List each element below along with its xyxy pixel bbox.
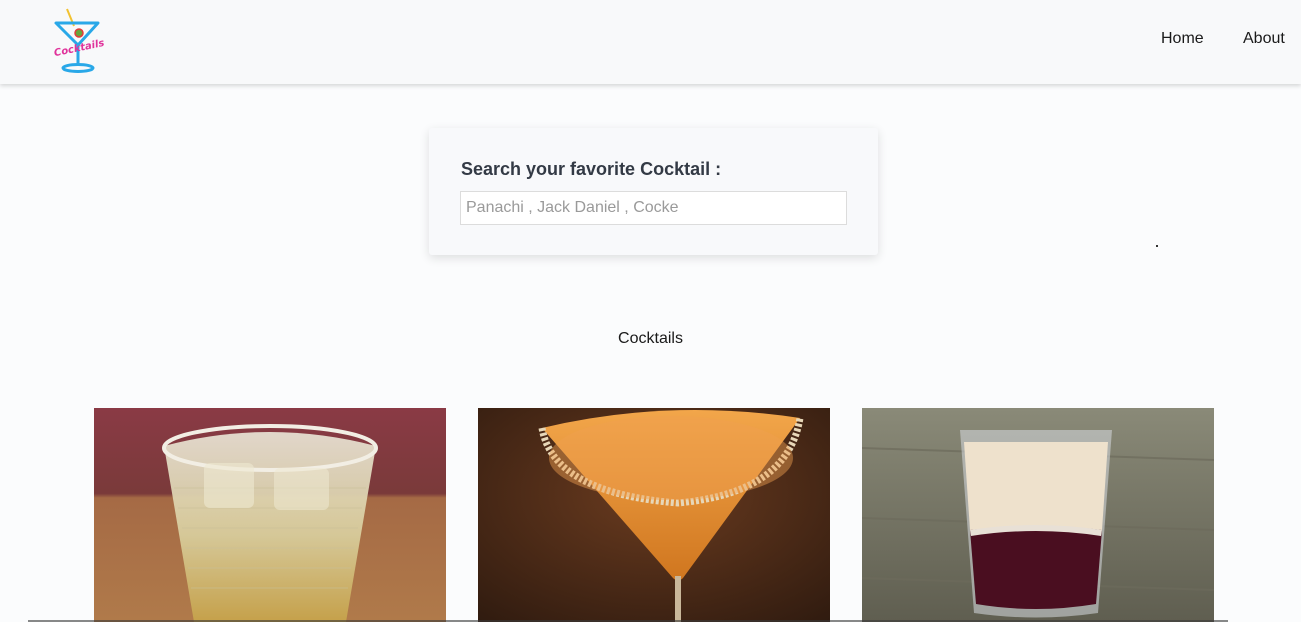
- section-title: Cocktails: [618, 330, 683, 347]
- cocktail-card[interactable]: [862, 408, 1214, 622]
- navbar: Cocktails Home About: [0, 0, 1301, 84]
- search-card: Search your favorite Cocktail :: [429, 128, 878, 255]
- search-input[interactable]: [460, 191, 847, 225]
- cocktail-card[interactable]: [94, 408, 446, 622]
- cocktail-logo-icon[interactable]: Cocktails: [50, 6, 106, 76]
- nav-about-link[interactable]: About: [1243, 30, 1285, 48]
- whiskey-on-ice-glass-image: [94, 408, 446, 622]
- layered-shot-glass-image: [862, 408, 1214, 622]
- nav-home-link[interactable]: Home: [1161, 30, 1204, 48]
- search-label: Search your favorite Cocktail :: [461, 159, 722, 179]
- stray-dot: [1156, 245, 1158, 247]
- cocktail-card[interactable]: [478, 408, 830, 622]
- orange-martini-image: [478, 408, 830, 622]
